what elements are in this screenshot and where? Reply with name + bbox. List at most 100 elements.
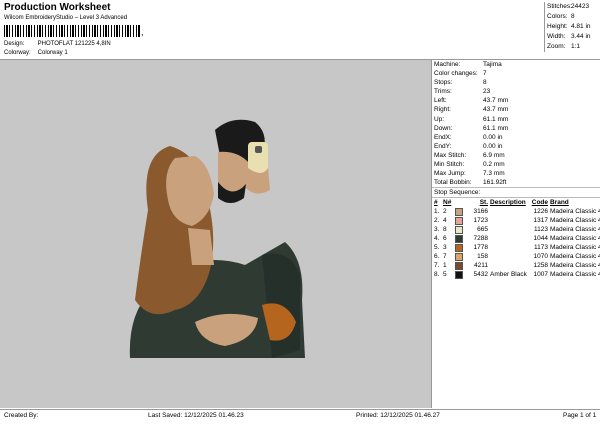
- row-code: 1258: [533, 262, 548, 270]
- color-swatch: [455, 235, 463, 244]
- row-index: 4.: [434, 235, 440, 243]
- stat-label: Width:: [547, 33, 566, 40]
- sequence-row: 6. 7 158 1070 Madeira Classic 40: [432, 252, 600, 262]
- detail-label: Left:: [434, 97, 447, 105]
- embroidery-design-image: [129, 119, 305, 358]
- stop-sequence-title: Stop Sequence:: [432, 187, 600, 199]
- row-needle: 5: [443, 271, 447, 279]
- detail-row: Trims: 23: [432, 87, 600, 96]
- row-stitches: 3166: [473, 208, 488, 216]
- row-stitches: 665: [477, 226, 488, 234]
- stat-row: Height: 4.81 in: [545, 22, 600, 32]
- detail-label: Color changes:: [434, 70, 478, 78]
- detail-row: Up: 61.1 mm: [432, 115, 600, 124]
- page-title: Production Worksheet: [4, 2, 111, 13]
- detail-label: Up:: [434, 115, 445, 123]
- sequence-row: 8. 5 5432 Amber Black 1007 Madeira Classic 40: [432, 270, 600, 280]
- phone-camera-shape: [255, 146, 262, 153]
- detail-value: 6.9 mm: [483, 151, 505, 159]
- row-code: 1173: [534, 244, 548, 252]
- row-code: 1044: [533, 235, 548, 243]
- row-stitches: 158: [477, 253, 488, 261]
- design-value: PHOTOFLAT 121225 4,8IN: [37, 41, 111, 47]
- detail-label: Trims:: [434, 88, 452, 96]
- detail-row: EndX: 0.00 in: [432, 133, 600, 142]
- color-swatch: [455, 262, 463, 271]
- detail-row: Machine: Tajima: [432, 60, 600, 69]
- detail-label: EndX:: [434, 133, 452, 141]
- row-index: 5.: [434, 244, 440, 252]
- row-code: 1317: [533, 217, 548, 225]
- stat-label: Colors:: [547, 13, 568, 20]
- detail-row: Max Stitch: 6.9 mm: [432, 151, 600, 160]
- row-swatch: [455, 225, 465, 235]
- printed-date: Printed: 12/12/2025 01.46.27: [356, 412, 440, 419]
- row-needle: 2: [443, 208, 447, 216]
- detail-label: EndY:: [434, 142, 452, 150]
- sequence-row: 3. 8 665 1123 Madeira Classic 40: [432, 225, 600, 235]
- row-index: 2.: [434, 217, 440, 225]
- color-swatch: [455, 208, 463, 217]
- detail-value: 43.7 mm: [483, 97, 509, 105]
- software-subtitle: Wilcom EmbroideryStudio – Level 3 Advanc…: [4, 15, 128, 21]
- row-index: 8.: [434, 271, 440, 279]
- detail-label: Min Stitch:: [434, 161, 465, 169]
- neck-shape: [188, 228, 214, 265]
- sequence-row: 7. 1 4211 1258 Madeira Classic 40: [432, 261, 600, 271]
- row-brand: Madeira Classic 40: [550, 253, 600, 261]
- color-swatch: [455, 253, 463, 262]
- stat-value: 1:1: [571, 43, 581, 50]
- row-brand: Madeira Classic 40: [550, 226, 600, 234]
- row-description: [488, 225, 528, 234]
- detail-row: Total Bobbin: 161.92ft: [432, 178, 600, 187]
- detail-label: Down:: [434, 124, 453, 132]
- color-swatch: [455, 226, 463, 235]
- row-swatch: [455, 243, 465, 253]
- color-swatch: [455, 271, 463, 280]
- sequence-row: 2. 4 1723 1317 Madeira Classic 40: [432, 216, 600, 226]
- detail-label: Machine:: [434, 61, 461, 68]
- col-header-index: #: [434, 199, 438, 207]
- created-by: Created By:: [4, 412, 39, 419]
- row-description: Amber Black: [490, 271, 527, 279]
- detail-row: Max Jump: 7.3 mm: [432, 169, 600, 178]
- detail-row: Stops: 8: [432, 78, 600, 87]
- row-needle: 4: [443, 217, 447, 225]
- sequence-rows: 1. 2 3166 1226 Madeira Classic 40 2. 4 1723 1317…: [432, 207, 600, 280]
- detail-label: Right:: [434, 106, 451, 114]
- colorway-value: Colorway 1: [37, 50, 68, 56]
- stat-row: Colors: 8: [545, 12, 600, 22]
- row-stitches: 5432: [473, 271, 488, 279]
- row-code: 1070: [533, 253, 548, 261]
- detail-label: Stops:: [434, 79, 453, 87]
- color-swatch: [455, 217, 463, 226]
- color-swatch: [455, 244, 463, 253]
- detail-value: 43.7 mm: [483, 106, 509, 114]
- row-swatch: [455, 216, 465, 226]
- col-header-brand: Brand: [550, 199, 569, 207]
- row-needle: 3: [443, 244, 447, 252]
- row-brand: Madeira Classic 40: [550, 235, 600, 243]
- row-swatch: [455, 270, 465, 280]
- row-swatch: [455, 207, 465, 217]
- row-description: [488, 261, 528, 270]
- stats-box: Stitches: 24423 Colors: 8 Height: 4.81 in W…: [544, 2, 600, 52]
- row-code: 1226: [533, 208, 548, 216]
- col-header-swatch: [455, 198, 465, 207]
- stat-value: 24423: [571, 3, 590, 10]
- detail-value: 0.2 mm: [483, 161, 505, 169]
- details-panel: Machine: Tajima Color changes: 7 Stops: 8 T…: [432, 60, 600, 280]
- detail-row: Min Stitch: 0.2 mm: [432, 160, 600, 169]
- row-brand: Madeira Classic 40: [550, 262, 600, 270]
- design-preview: [0, 60, 432, 408]
- detail-label: Max Jump:: [434, 170, 466, 178]
- barcode-mark: ,: [141, 27, 144, 37]
- row-stitches: 7288: [473, 235, 488, 243]
- detail-value: 7.3 mm: [483, 170, 505, 178]
- col-header-description: Description: [490, 199, 526, 207]
- detail-value: 8: [483, 79, 487, 87]
- last-saved: Last Saved: 12/12/2025 01.46.23: [148, 412, 244, 419]
- stat-value: 4.81 in: [571, 23, 591, 30]
- row-needle: 1: [443, 262, 447, 270]
- row-index: 3.: [434, 226, 440, 234]
